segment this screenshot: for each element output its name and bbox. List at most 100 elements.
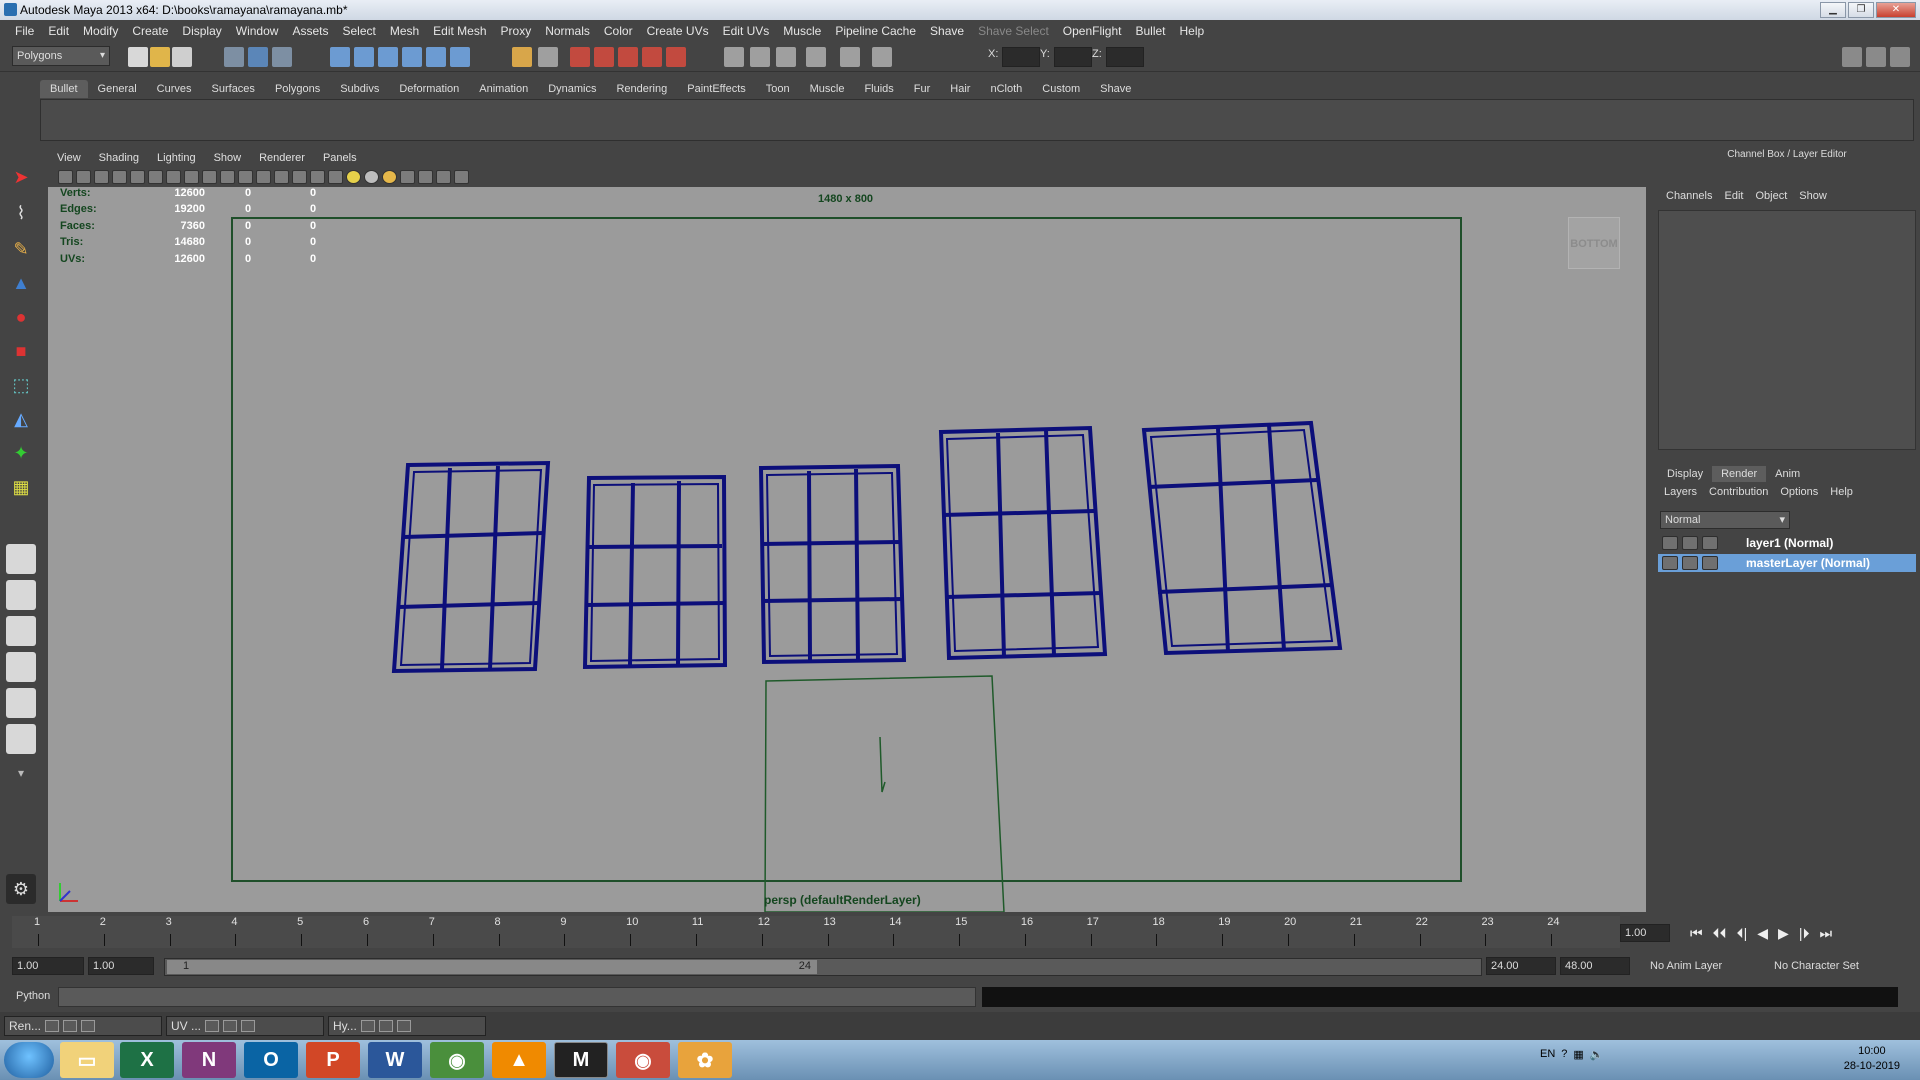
visibility-icon[interactable] (1702, 536, 1718, 550)
shelf-tab-hair[interactable]: Hair (940, 80, 980, 98)
channel-menu-object[interactable]: Object (1749, 190, 1793, 202)
tool-settings-icon[interactable] (776, 47, 796, 67)
new-scene-icon[interactable] (128, 47, 148, 67)
soft-mod-tool-icon[interactable]: ◭ (6, 404, 36, 434)
close-window-icon[interactable] (396, 1020, 411, 1032)
anim-layer-select[interactable]: No Anim Layer (1650, 960, 1722, 972)
playback-end-field[interactable]: 24.00 (1486, 957, 1556, 975)
snap-curve-icon[interactable] (354, 47, 374, 67)
quick-layout-icon[interactable]: ⚙ (6, 874, 36, 904)
command-input[interactable] (58, 987, 976, 1007)
window-frame-2[interactable] (582, 474, 728, 670)
xray-icon[interactable] (418, 170, 433, 184)
layer-menu-help[interactable]: Help (1824, 486, 1859, 498)
menu-select[interactable]: Select (335, 24, 382, 38)
outlook-icon[interactable]: O (244, 1042, 298, 1078)
panel-menu-renderer[interactable]: Renderer (250, 152, 314, 164)
show-tool-settings-icon[interactable] (1866, 47, 1886, 67)
menu-normals[interactable]: Normals (538, 24, 597, 38)
layer-tab-display[interactable]: Display (1658, 466, 1712, 482)
film-gate-icon[interactable] (166, 170, 181, 184)
shelf-tab-general[interactable]: General (88, 80, 147, 98)
shelf-tab-muscle[interactable]: Muscle (800, 80, 855, 98)
menu-edit-uvs[interactable]: Edit UVs (716, 24, 777, 38)
menu-color[interactable]: Color (597, 24, 640, 38)
maximize-window-icon[interactable] (223, 1020, 238, 1032)
gate-mask-icon[interactable] (202, 170, 217, 184)
select-tool-icon[interactable]: ➤ (6, 162, 36, 192)
universal-manipulator-icon[interactable]: ⬚ (6, 370, 36, 400)
paint-icon[interactable]: ✿ (678, 1042, 732, 1078)
menu-edit[interactable]: Edit (41, 24, 76, 38)
rotate-tool-icon[interactable]: ● (6, 302, 36, 332)
step-back-key-icon[interactable]: ⏴⏴ (1713, 925, 1727, 942)
persp-outliner-layout-icon[interactable] (6, 616, 36, 646)
layer-row[interactable]: layer1 (Normal) (1658, 534, 1916, 552)
excel-icon[interactable]: X (120, 1042, 174, 1078)
show-attribute-editor-icon[interactable] (1842, 47, 1862, 67)
recycle-icon[interactable] (1682, 536, 1698, 550)
open-scene-icon[interactable] (150, 47, 170, 67)
render-toggle-icon[interactable] (1662, 536, 1678, 550)
restore-window-icon[interactable] (360, 1020, 375, 1032)
render-view-icon[interactable] (666, 47, 686, 67)
z-field[interactable] (1106, 47, 1144, 67)
persp-graph-layout-icon[interactable] (6, 652, 36, 682)
start-time-field[interactable]: 1.00 (12, 957, 84, 975)
move-tool-icon[interactable]: ▲ (6, 268, 36, 298)
all-lights-icon[interactable] (364, 170, 379, 184)
shelf-tab-dynamics[interactable]: Dynamics (538, 80, 606, 98)
character-set-select[interactable]: No Character Set (1774, 960, 1859, 972)
outliner-persp-layout-icon[interactable] (6, 724, 36, 754)
menu-create[interactable]: Create (125, 24, 175, 38)
panel-menu-panels[interactable]: Panels (314, 152, 366, 164)
menu-mesh[interactable]: Mesh (383, 24, 426, 38)
textured-icon[interactable] (328, 170, 343, 184)
paint-select-tool-icon[interactable]: ✎ (6, 234, 36, 264)
shadows-icon[interactable] (382, 170, 397, 184)
current-frame-field[interactable]: 1.00 (1620, 924, 1670, 942)
field-chart-icon[interactable] (220, 170, 235, 184)
shelf-tab-painteffects[interactable]: PaintEffects (677, 80, 756, 98)
channel-menu-edit[interactable]: Edit (1718, 190, 1749, 202)
window-frame-5[interactable] (1141, 420, 1343, 656)
shelf-tab-rendering[interactable]: Rendering (606, 80, 677, 98)
wireframe-on-shaded-icon[interactable] (310, 170, 325, 184)
window-frame-4[interactable] (938, 425, 1108, 661)
shelf-tab-shave[interactable]: Shave (1090, 80, 1141, 98)
shelf-tab-subdivs[interactable]: Subdivs (330, 80, 389, 98)
panel-menu-shading[interactable]: Shading (90, 152, 148, 164)
transform-mode-icon[interactable] (840, 47, 860, 67)
grease-pencil-icon[interactable] (130, 170, 145, 184)
shelf-tab-surfaces[interactable]: Surfaces (202, 80, 265, 98)
maximize-button[interactable]: ❐ (1848, 2, 1874, 18)
shelf-tab-custom[interactable]: Custom (1032, 80, 1090, 98)
snap-point-icon[interactable] (378, 47, 398, 67)
shelf-tab-polygons[interactable]: Polygons (265, 80, 330, 98)
wireframe-shading-icon[interactable] (274, 170, 289, 184)
render-toggle-icon[interactable] (1662, 556, 1678, 570)
panel-menu-view[interactable]: View (48, 152, 90, 164)
help-tray-icon[interactable]: ? (1561, 1048, 1567, 1061)
shelf-tab-curves[interactable]: Curves (147, 80, 202, 98)
shelf-tab-fur[interactable]: Fur (904, 80, 941, 98)
shelf-tab-deformation[interactable]: Deformation (389, 80, 469, 98)
perspective-viewport[interactable]: Verts: 12600 0 0 Edges: 19200 0 0 Faces: 7360 0 0 Tr… (48, 187, 1646, 912)
xray-joints-icon[interactable] (436, 170, 451, 184)
minimized-window[interactable]: Hy... (328, 1016, 486, 1036)
default-light-icon[interactable] (346, 170, 361, 184)
range-slider[interactable]: 1 24 (164, 958, 1482, 976)
isolate-select-icon[interactable] (400, 170, 415, 184)
close-button[interactable]: ✕ (1876, 2, 1916, 18)
menu-modify[interactable]: Modify (76, 24, 125, 38)
menu-proxy[interactable]: Proxy (494, 24, 539, 38)
visibility-icon[interactable] (1702, 556, 1718, 570)
vlc-icon[interactable]: ▲ (492, 1042, 546, 1078)
shelf-tab-ncloth[interactable]: nCloth (980, 80, 1032, 98)
camera-attributes-icon[interactable] (76, 170, 91, 184)
minimized-window[interactable]: UV ... (166, 1016, 324, 1036)
volume-tray-icon[interactable]: 🔈 (1590, 1048, 1604, 1061)
menu-pipeline-cache[interactable]: Pipeline Cache (828, 24, 923, 38)
render-current-icon[interactable] (570, 47, 590, 67)
select-hierarchy-icon[interactable] (224, 47, 244, 67)
